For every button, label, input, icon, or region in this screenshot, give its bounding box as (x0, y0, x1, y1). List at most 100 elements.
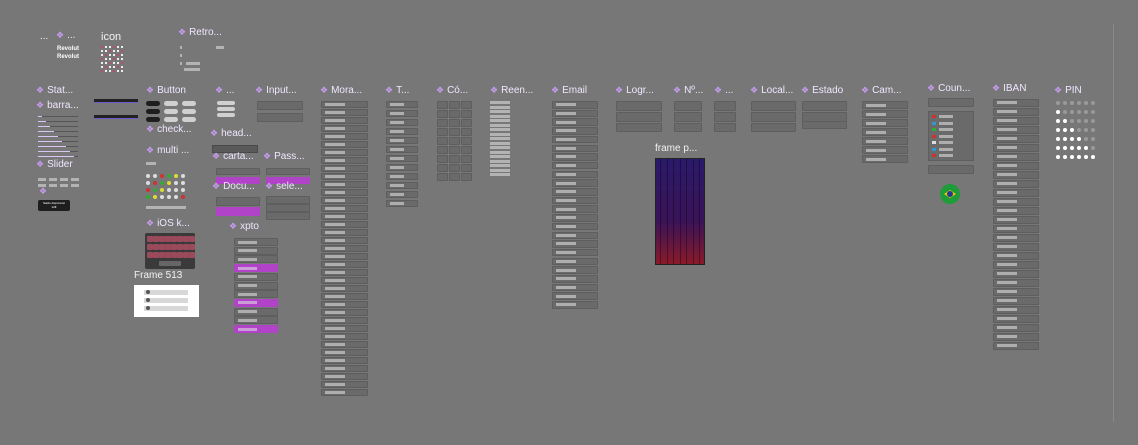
code-digit-box[interactable] (449, 110, 460, 118)
option-dot[interactable] (153, 195, 157, 199)
email-field[interactable] (552, 266, 598, 274)
email-field[interactable] (552, 257, 598, 266)
email-field[interactable] (552, 109, 598, 118)
country-name[interactable] (939, 115, 953, 118)
code-digit-box[interactable] (449, 146, 460, 154)
campo-field[interactable] (862, 155, 908, 163)
morada-field[interactable] (321, 301, 368, 308)
reenvio-text[interactable] (490, 168, 510, 172)
option-dot[interactable] (167, 188, 171, 192)
numero-field[interactable] (674, 101, 702, 111)
option-dot[interactable] (181, 188, 185, 192)
xpto-item[interactable] (234, 255, 278, 264)
code-digit-box[interactable] (449, 137, 460, 145)
option-dot[interactable] (153, 188, 157, 192)
numero-field[interactable] (674, 112, 702, 122)
estado-field[interactable] (802, 121, 847, 129)
slider-label[interactable]: ❖ Slider (36, 159, 73, 170)
option-dot[interactable] (167, 181, 171, 185)
email-field[interactable] (552, 292, 598, 300)
country-name[interactable] (939, 134, 953, 138)
iban-field[interactable] (993, 297, 1039, 305)
email-field[interactable] (552, 135, 598, 144)
country-name[interactable] (939, 141, 953, 144)
iban-field[interactable] (993, 162, 1039, 170)
iban-field[interactable] (993, 189, 1039, 197)
blank-component-label[interactable]: ❖... (215, 85, 234, 96)
t-field[interactable] (386, 128, 418, 135)
button-variant[interactable] (164, 101, 178, 106)
morada-field[interactable] (321, 237, 368, 244)
t-field[interactable] (386, 101, 418, 108)
code-digit-box[interactable] (449, 155, 460, 163)
document-field-selected[interactable] (216, 207, 260, 216)
docu-label[interactable]: ❖ Docu... (212, 181, 255, 192)
iban-field[interactable] (993, 216, 1039, 224)
t-field[interactable] (386, 182, 418, 189)
morada-field[interactable] (321, 293, 368, 300)
t-field[interactable] (386, 137, 418, 144)
small-field[interactable] (714, 112, 736, 122)
email-field[interactable] (552, 231, 598, 239)
morada-field[interactable] (321, 213, 368, 220)
icon-frame-label[interactable]: icon (101, 31, 121, 43)
toggle[interactable] (217, 107, 235, 111)
code-digit-box[interactable] (437, 164, 448, 172)
t-field[interactable] (386, 110, 418, 117)
iban-field[interactable] (993, 288, 1039, 296)
small-field[interactable] (714, 123, 736, 132)
barra-label[interactable]: ❖ barra... (36, 100, 79, 111)
morada-field[interactable] (321, 373, 368, 380)
option-dot[interactable] (153, 174, 157, 178)
morada-field[interactable] (321, 317, 368, 324)
slider-sub-label[interactable]: ❖ (39, 186, 50, 197)
xpto-item[interactable] (234, 316, 278, 325)
code-digit-box[interactable] (461, 137, 472, 145)
iban-field[interactable] (993, 306, 1039, 314)
estado-field[interactable] (802, 101, 847, 111)
iban-field[interactable] (993, 171, 1039, 179)
iban-field[interactable] (993, 261, 1039, 269)
reenvio-text[interactable] (490, 164, 510, 167)
country-name[interactable] (939, 128, 953, 131)
email-field[interactable] (552, 196, 598, 205)
morada-field[interactable] (321, 157, 368, 164)
ios-keyboard[interactable] (145, 233, 195, 269)
email-field[interactable] (552, 101, 598, 109)
button-variant[interactable] (182, 117, 196, 122)
xpto-item[interactable] (234, 246, 278, 255)
t-field[interactable] (386, 146, 418, 153)
balance-button[interactable]: Saldo disponível 12€ (38, 200, 70, 211)
iban-field[interactable] (993, 342, 1039, 350)
reenvio-label[interactable]: ❖ Reen... (490, 85, 533, 96)
button-variant[interactable] (164, 117, 178, 122)
email-field[interactable] (552, 240, 598, 248)
morada-field[interactable] (321, 117, 368, 124)
frame-label[interactable]: ... (40, 31, 48, 42)
input-field[interactable] (257, 101, 303, 110)
xpto-item[interactable] (234, 281, 278, 290)
morada-field[interactable] (321, 221, 368, 228)
email-field[interactable] (552, 127, 598, 135)
codigo-label[interactable]: ❖ Có... (436, 85, 468, 96)
morada-field[interactable] (321, 197, 368, 204)
email-field[interactable] (552, 188, 598, 196)
iban-field[interactable] (993, 135, 1039, 143)
space-key[interactable] (159, 261, 181, 266)
country-name[interactable] (939, 154, 953, 157)
option-dot[interactable] (181, 195, 185, 199)
carta-field[interactable] (216, 168, 260, 175)
code-digit-box[interactable] (461, 173, 472, 181)
keyboard-key[interactable] (189, 244, 195, 250)
reenvio-text[interactable] (490, 114, 510, 118)
option-dot[interactable] (167, 195, 171, 199)
morada-field[interactable] (321, 333, 368, 340)
small-field[interactable] (714, 101, 736, 111)
t-field[interactable] (386, 155, 418, 162)
morada-field[interactable] (321, 365, 368, 372)
reenvio-text[interactable] (490, 141, 510, 145)
logradouro-field[interactable] (616, 101, 662, 111)
reenvio-text[interactable] (490, 137, 510, 140)
blank-component-label[interactable]: ❖... (714, 85, 733, 96)
t-field[interactable] (386, 164, 418, 171)
